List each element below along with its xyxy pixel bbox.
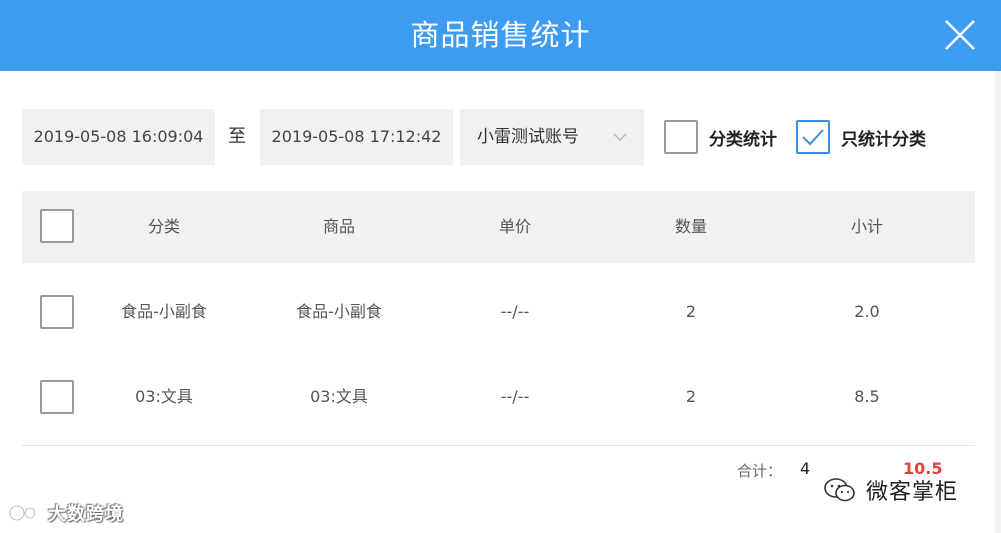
row-checkbox[interactable] [40,295,74,329]
checkmark-icon [802,129,824,146]
category-stats-checkbox[interactable] [664,120,698,154]
table-row[interactable]: 食品-小副食 食品-小副食 --/-- 2 2.0 [22,270,975,354]
category-stats-label: 分类统计 [709,129,777,150]
end-datetime-field[interactable]: 2019-05-08 17:12:42 [260,109,453,165]
column-header-unit-price: 单价 [498,217,531,236]
category-stats-option[interactable]: 分类统计 [664,119,777,155]
column-header-product: 商品 [322,217,355,236]
table-divider [22,445,975,446]
dialog-header: 商品销售统计 [0,0,1001,71]
table-header: 分类 商品 单价 数量 小计 [22,191,975,263]
dialog-edge [995,71,1001,533]
cell-quantity: 2 [685,302,697,321]
cell-unit-price: --/-- [500,387,530,406]
account-select-value: 小雷测试账号 [477,127,579,147]
date-range-separator: 至 [228,126,246,147]
watermark-logo-icon [8,504,37,522]
table-row[interactable]: 03:文具 03:文具 --/-- 2 8.5 [22,355,975,439]
column-header-quantity: 数量 [674,217,707,236]
watermark-right: 微客掌柜 [822,474,958,506]
account-select[interactable]: 小雷测试账号 [460,109,644,165]
wechat-icon [824,478,855,502]
totals-quantity: 4 [800,459,811,478]
cell-category: 食品-小副食 [121,302,207,321]
cell-quantity: 2 [685,387,697,406]
cell-subtotal: 8.5 [854,387,880,406]
only-category-option[interactable]: 只统计分类 [796,119,926,155]
watermark-left: 大数跨境 [8,500,124,526]
row-checkbox[interactable] [40,380,74,414]
cell-product: 03:文具 [310,387,368,406]
column-header-category: 分类 [147,217,180,236]
cell-unit-price: --/-- [500,302,530,321]
cell-subtotal: 2.0 [854,302,880,321]
dialog-title: 商品销售统计 [410,18,591,52]
start-datetime-field[interactable]: 2019-05-08 16:09:04 [22,109,215,165]
close-icon[interactable] [943,18,977,52]
totals-label: 合计： [737,462,783,480]
only-category-checkbox[interactable] [796,120,830,154]
only-category-label: 只统计分类 [841,129,926,150]
cell-product: 食品-小副食 [296,302,382,321]
watermark-right-text: 微客掌柜 [866,480,959,505]
column-header-subtotal: 小计 [850,217,883,236]
cell-category: 03:文具 [135,387,193,406]
select-all-checkbox[interactable] [40,209,74,243]
watermark-left-text: 大数跨境 [48,504,124,525]
chevron-down-icon [613,133,627,142]
